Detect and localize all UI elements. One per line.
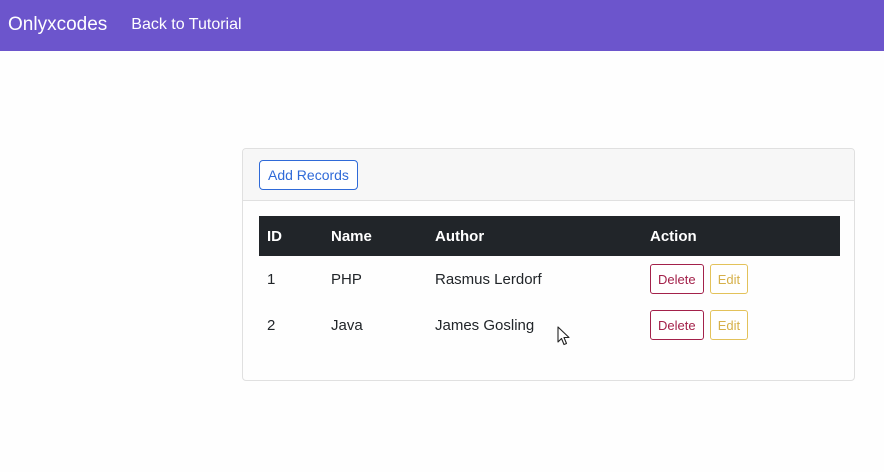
- cell-name: Java: [331, 316, 363, 334]
- edit-button[interactable]: Edit: [709, 310, 749, 340]
- cell-id: 1: [267, 270, 276, 288]
- cell-actions: Delete Edit: [642, 302, 840, 348]
- table-row: 1 PHP Rasmus Lerdorf Delete Edit: [259, 256, 840, 302]
- brand-link[interactable]: Onlyxcodes: [8, 14, 107, 36]
- column-header-action: Action: [650, 227, 697, 245]
- cell-id: 2: [267, 316, 276, 334]
- mouse-pointer-icon: [557, 326, 570, 346]
- cell-actions: Delete Edit: [642, 256, 840, 302]
- column-header-author: Author: [435, 227, 485, 245]
- navbar: Onlyxcodes Back to Tutorial: [0, 0, 884, 51]
- delete-button[interactable]: Delete: [650, 310, 704, 340]
- records-table: ID Name Author Action 1 PHP Rasmus Lerdo…: [259, 216, 840, 348]
- back-to-tutorial-link[interactable]: Back to Tutorial: [131, 16, 241, 34]
- table-header-row: ID Name Author Action: [259, 216, 840, 256]
- edit-button[interactable]: Edit: [709, 264, 749, 294]
- table-row: 2 Java James Gosling Delete Edit: [259, 302, 840, 348]
- add-records-button[interactable]: Add Records: [259, 160, 358, 190]
- records-card: Add Records ID Name Author Action 1 PHP …: [242, 148, 855, 381]
- column-header-id: ID: [267, 227, 282, 245]
- card-header: Add Records: [243, 149, 854, 201]
- cell-name: PHP: [331, 270, 362, 288]
- cell-author: Rasmus Lerdorf: [435, 270, 542, 288]
- delete-button[interactable]: Delete: [650, 264, 704, 294]
- cell-author: James Gosling: [435, 316, 535, 334]
- column-header-name: Name: [331, 227, 372, 245]
